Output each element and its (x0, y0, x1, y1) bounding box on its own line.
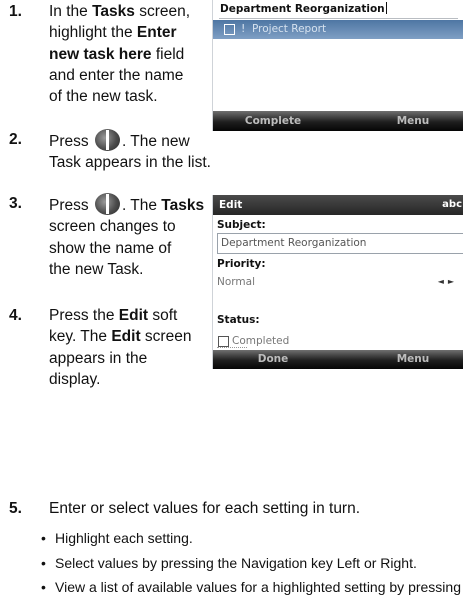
step-text: appears in the (49, 349, 148, 367)
priority-label: Priority: (217, 258, 266, 270)
new-task-value: Department Reorganization (220, 3, 385, 15)
step-line: In the Tasks screen, (49, 1, 190, 22)
ui-term: Tasks (161, 197, 205, 214)
step-text: display. (49, 370, 101, 388)
step-line: Press . The Tasks (49, 193, 204, 216)
edit-screen: Edit abc Subject: Department Reorganizat… (212, 195, 463, 369)
left-right-arrows-icon: ◄► (437, 277, 458, 286)
tasks-screen: Department Reorganization ! Project Repo… (212, 0, 463, 131)
step-text: of the new task. (49, 88, 158, 106)
done-softkey[interactable]: Done (213, 350, 333, 369)
step-text: . The (121, 197, 162, 214)
step-number: 4. (9, 307, 22, 324)
menu-softkey[interactable]: Menu (353, 111, 463, 131)
bullet-item: View a list of available values for a hi… (41, 575, 463, 600)
status-label: Status: (217, 314, 260, 326)
step-line: the new Task. (49, 259, 204, 280)
step-number: 2. (9, 131, 22, 148)
step-line: Press the Edit soft (49, 305, 191, 326)
screen-title: Edit (219, 199, 243, 211)
new-task-field[interactable]: Department Reorganization (219, 0, 458, 19)
step-text: . The new (121, 133, 190, 150)
ok-key-icon (94, 129, 120, 151)
step-body: Press the Edit soft key. The Edit screen a… (49, 305, 191, 390)
step-line: appears in the (49, 348, 191, 369)
subject-input[interactable]: Department Reorganization (217, 233, 463, 254)
step-number: 1. (9, 3, 22, 20)
step-number: 3. (9, 195, 22, 212)
step-number: 5. (9, 500, 22, 517)
step-line: key. The Edit screen (49, 326, 191, 347)
step-text: key. The (49, 328, 112, 346)
step-line: Press . The new (49, 129, 211, 152)
step-text: screen changes to (49, 218, 176, 236)
completed-label: Completed (232, 335, 290, 347)
step-body: Enter or select values for each setting … (49, 498, 360, 519)
step-line: and enter the name (49, 65, 190, 86)
completed-checkbox[interactable] (218, 336, 229, 347)
ui-term: Edit (118, 307, 149, 324)
step-text: Enter or select values for each setting … (49, 500, 361, 517)
bullet-list: Highlight each setting. Select values by… (41, 526, 463, 600)
step-body: Press . The new Task appears in the list. (49, 129, 211, 174)
step-text: In the (49, 3, 93, 20)
edit-title-bar: Edit abc (213, 195, 463, 215)
step-text: the new Task. (49, 260, 144, 278)
priority-value[interactable]: Normal (217, 275, 255, 289)
softkey-bar: Complete Menu (213, 111, 463, 131)
step-text: and enter the name (49, 66, 184, 84)
step-text: show the name of (49, 239, 172, 257)
step-text: Press (49, 133, 93, 150)
step-line: highlight the Enter (49, 22, 190, 43)
step-text: screen (140, 328, 192, 346)
step-line: display. (49, 369, 191, 390)
ui-term: Edit (111, 328, 141, 346)
complete-softkey[interactable]: Complete (213, 111, 333, 131)
step-text: Task appears in the list. (49, 154, 211, 172)
ui-term: new task here (49, 45, 152, 63)
step-body: In the Tasks screen, highlight the Enter n… (49, 1, 190, 107)
priority-icon: ! (241, 22, 246, 35)
step-line: of the new task. (49, 86, 190, 107)
step-line: show the name of (49, 238, 204, 259)
step-text: screen, (134, 3, 191, 20)
step-line: new task here field (49, 44, 190, 65)
text-cursor (385, 2, 387, 14)
menu-softkey[interactable]: Menu (353, 350, 463, 369)
subject-label: Subject: (217, 219, 266, 231)
step-text: soft (148, 307, 178, 324)
task-name: Project Report (252, 23, 327, 35)
input-mode-indicator: abc (442, 199, 462, 210)
step-text: Press (49, 197, 93, 214)
ok-key-icon (94, 193, 120, 215)
ui-term: Tasks (92, 3, 135, 20)
ui-term: Enter (136, 24, 177, 42)
bullet-item: Select values by pressing the Navigation… (41, 551, 463, 576)
step-text: highlight the (49, 24, 137, 42)
softkey-bar: Done Menu (213, 350, 463, 369)
step-line: Task appears in the list. (49, 152, 211, 173)
step-text: field (151, 45, 185, 63)
step-text: Press the (49, 307, 119, 324)
task-checkbox[interactable] (224, 24, 235, 35)
step-line: Enter or select values for each setting … (49, 498, 360, 519)
step-body: Press . The Tasks screen changes to show t… (49, 193, 204, 280)
step-line: screen changes to (49, 216, 204, 237)
bullet-item: Highlight each setting. (41, 526, 463, 551)
task-row[interactable]: ! Project Report (213, 20, 463, 39)
